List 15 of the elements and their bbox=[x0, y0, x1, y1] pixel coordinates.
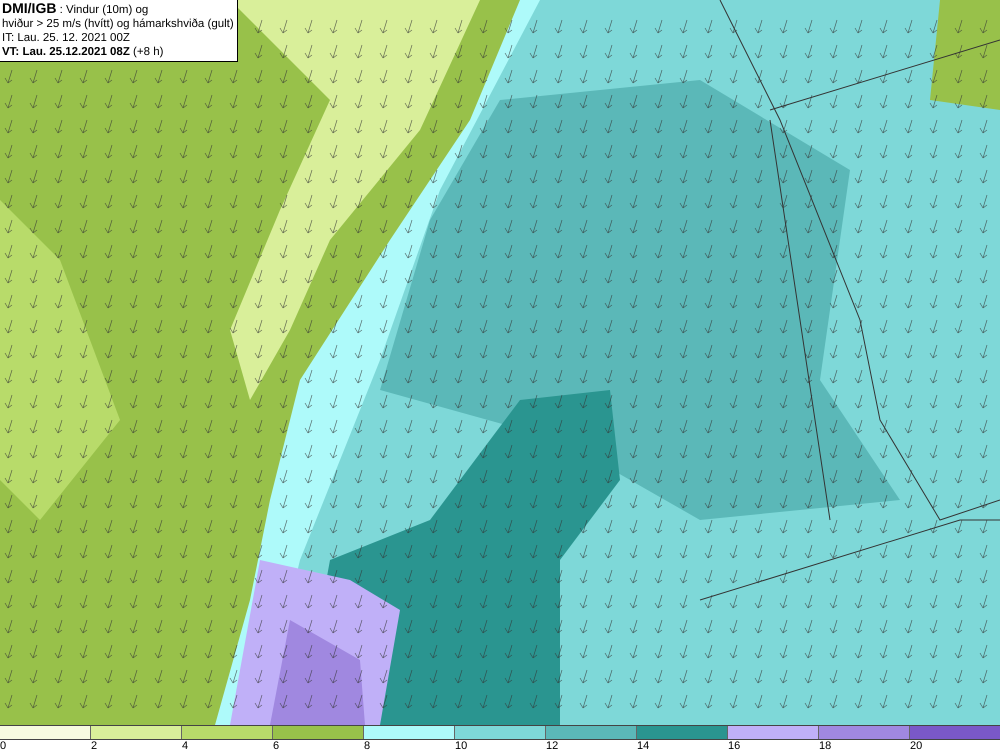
scale-label: 0 bbox=[0, 740, 6, 752]
scale-label: 14 bbox=[637, 740, 650, 752]
scale-label: 10 bbox=[455, 740, 468, 752]
scale-label: 18 bbox=[819, 740, 832, 752]
scale-label: 4 bbox=[182, 740, 188, 752]
scale-label: 16 bbox=[728, 740, 740, 752]
scale-label: 8 bbox=[364, 740, 370, 752]
scale-label: 12 bbox=[546, 740, 558, 752]
scale-label: 2 bbox=[91, 740, 98, 752]
caption-line: hviður > 25 m/s (hvítt) og hámarkshviða (gult) bbox=[2, 17, 234, 31]
caption-line: IT: Lau. 25. 12. 2021 00Z bbox=[2, 31, 131, 45]
scale-label: 6 bbox=[273, 740, 280, 752]
scale-label: 20 bbox=[910, 740, 922, 752]
caption-line: VT: Lau. 25.12.2021 08Z (+8 h) bbox=[2, 45, 164, 59]
caption-line: DMI/IGB : Vindur (10m) og bbox=[2, 1, 150, 17]
